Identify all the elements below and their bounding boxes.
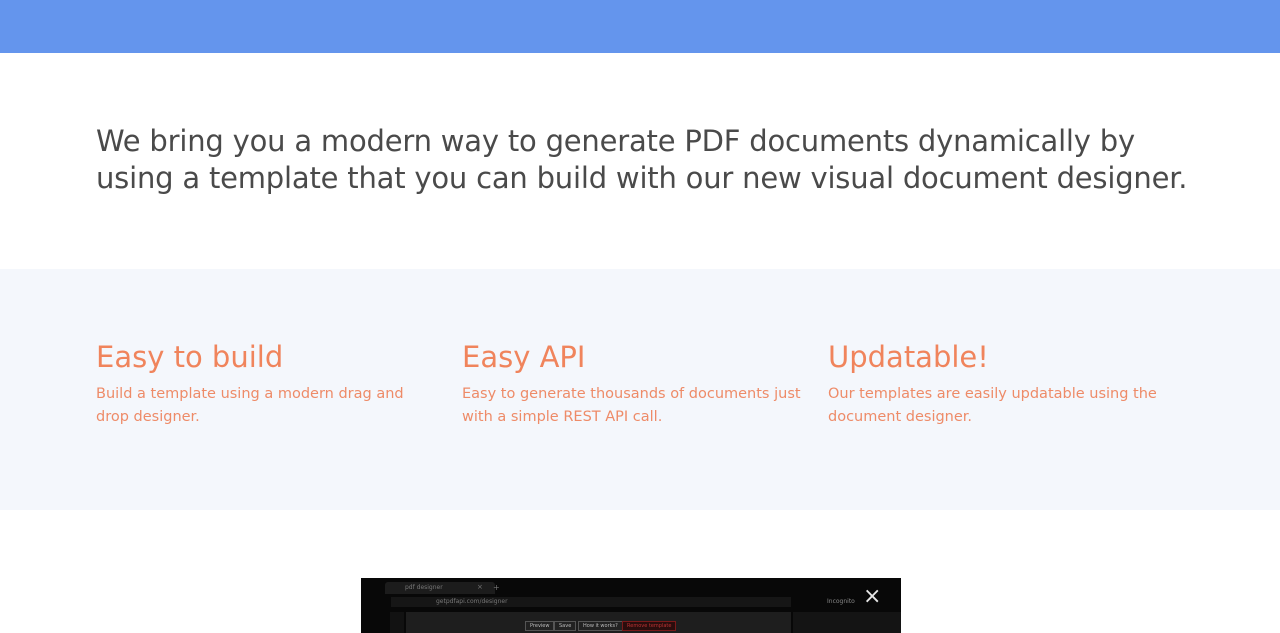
demo-video-player[interactable]: pdf designer × + getpdfapi.com/designer … [361, 578, 901, 633]
hero-section: We bring you a modern way to generate PD… [0, 53, 1280, 269]
feature-easy-to-build: Easy to build Build a template using a m… [96, 339, 436, 429]
feature-description: Build a template using a modern drag and… [96, 386, 404, 425]
top-navigation-bar [0, 0, 1280, 53]
feature-description: Easy to generate thousands of documents … [462, 386, 801, 425]
video-save-button: Save [554, 621, 577, 631]
hero-headline: We bring you a modern way to generate PD… [96, 124, 1188, 195]
feature-title: Updatable! [828, 340, 989, 374]
video-designer-toolbar [390, 612, 404, 633]
feature-easy-api: Easy API Easy to generate thousands of d… [462, 339, 802, 429]
video-how-it-works-button: How it works? [578, 621, 623, 631]
feature-title: Easy to build [96, 340, 284, 374]
video-address-text: getpdfapi.com/designer [436, 598, 508, 605]
close-icon[interactable]: × [863, 586, 881, 608]
video-remove-template-button: Remove template [622, 621, 677, 631]
video-preview-button: Preview [525, 621, 555, 631]
feature-title: Easy API [462, 340, 586, 374]
feature-updatable: Updatable! Our templates are easily upda… [828, 339, 1168, 429]
video-new-tab-icon: + [493, 583, 500, 592]
video-tab-title: pdf designer [405, 584, 443, 591]
feature-description: Our templates are easily updatable using… [828, 386, 1157, 425]
video-profile-label: Incognito [827, 598, 855, 605]
video-designer-sidebar [793, 612, 901, 633]
video-tab-close-icon: × [477, 583, 483, 591]
features-section: Easy to build Build a template using a m… [0, 269, 1280, 510]
